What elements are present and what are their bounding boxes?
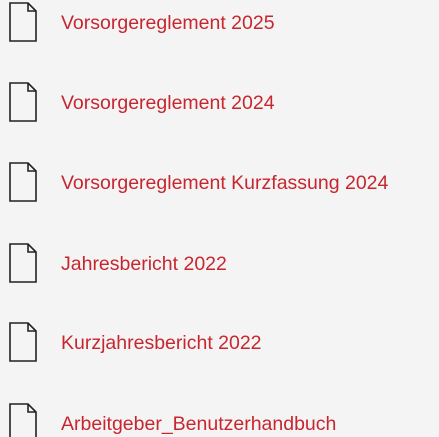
document-icon [9, 162, 37, 202]
document-link-vorsorgereglement-kurzfassung-2024[interactable]: Vorsorgereglement Kurzfassung 2024 [0, 162, 439, 204]
document-list: Vorsorgereglement 2025 Vorsorgereglement… [0, 0, 439, 437]
document-link-label[interactable]: Vorsorgereglement Kurzfassung 2024 [61, 171, 388, 195]
document-icon [9, 2, 37, 42]
document-link-label[interactable]: Kurzjahresbericht 2022 [61, 331, 262, 355]
document-link-label[interactable]: Vorsorgereglement 2025 [61, 11, 275, 35]
document-link-arbeitgeber-benutzerhandbuch[interactable]: Arbeitgeber_Benutzerhandbuch [0, 403, 439, 437]
document-link-label[interactable]: Jahresbericht 2022 [61, 252, 227, 276]
document-link-vorsorgereglement-2024[interactable]: Vorsorgereglement 2024 [0, 82, 439, 124]
document-link-label[interactable]: Arbeitgeber_Benutzerhandbuch [61, 412, 336, 436]
document-link-kurzjahresbericht-2022[interactable]: Kurzjahresbericht 2022 [0, 322, 439, 364]
document-icon [9, 82, 37, 122]
document-icon [9, 403, 37, 437]
document-link-label[interactable]: Vorsorgereglement 2024 [61, 91, 275, 115]
document-link-jahresbericht-2022[interactable]: Jahresbericht 2022 [0, 243, 439, 285]
document-icon [9, 322, 37, 362]
document-link-vorsorgereglement-2025[interactable]: Vorsorgereglement 2025 [0, 2, 439, 44]
document-icon [9, 243, 37, 283]
